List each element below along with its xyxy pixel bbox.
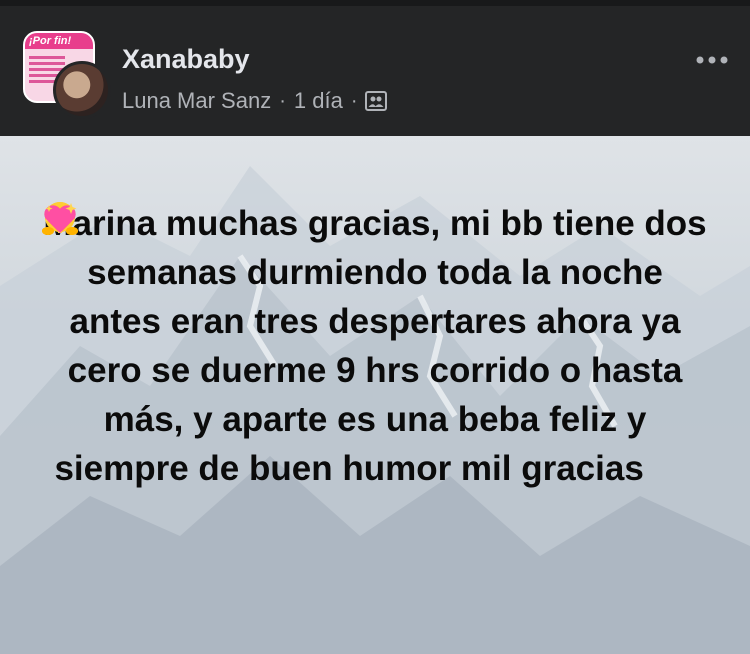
group-icon	[365, 91, 388, 111]
hugging-face-icon	[42, 202, 354, 535]
group-thumb-banner: ¡Por fin!	[25, 33, 93, 49]
post-meta: Luna Mar Sanz · 1 día ·	[122, 88, 388, 114]
more-horizontal-icon[interactable]	[696, 42, 728, 70]
post-body: Marina muchas gracias, mi bb tiene dos s…	[43, 204, 707, 488]
sparkling-heart-icon	[44, 203, 438, 535]
post-background: Marina muchas gracias, mi bb tiene dos s…	[0, 136, 750, 654]
hugging-face-icon	[42, 202, 696, 486]
meta-separator: ·	[350, 89, 358, 112]
post-text: Marina muchas gracias, mi bb tiene dos s…	[40, 199, 710, 542]
post-time[interactable]: 1 día	[294, 88, 343, 114]
meta-separator: ·	[279, 89, 286, 112]
author-name[interactable]: Luna Mar Sanz	[122, 88, 271, 114]
group-name[interactable]: Xanababy	[122, 44, 250, 75]
post-header: ¡Por fin! Xanababy Luna Mar Sanz · 1 día…	[0, 6, 750, 136]
author-avatar[interactable]	[53, 61, 111, 119]
group-avatar[interactable]: ¡Por fin!	[23, 31, 111, 119]
heart-with-ribbon-icon	[44, 205, 396, 535]
